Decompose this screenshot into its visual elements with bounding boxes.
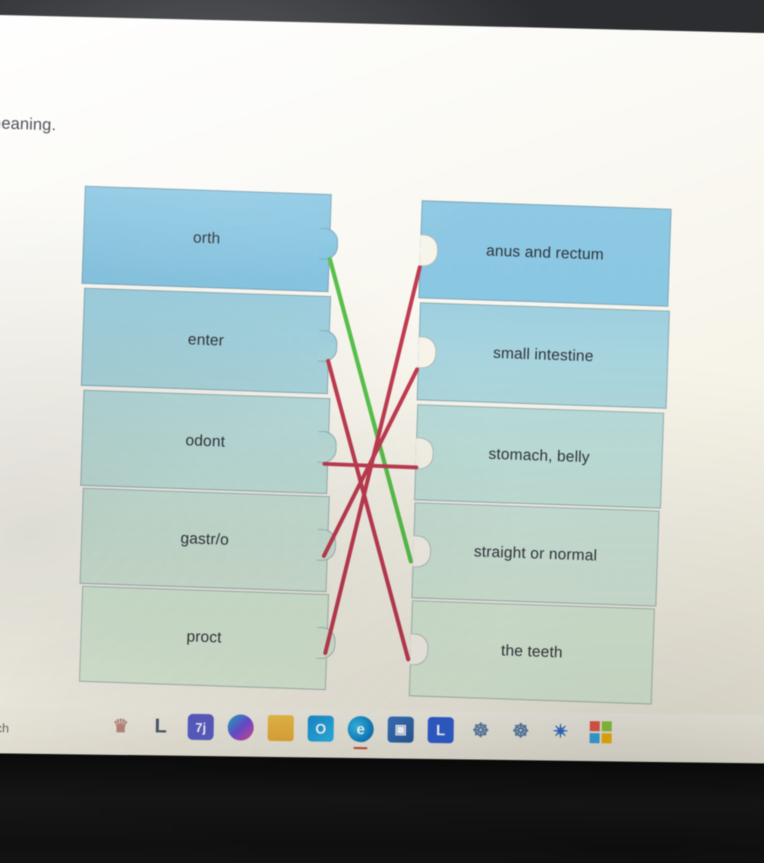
- right-tile-label: anus and rectum: [485, 242, 605, 264]
- left-tile-label: proct: [186, 628, 222, 647]
- screen-surface: orrect meaning. orth enter odont gastr/o…: [0, 6, 764, 780]
- copilot-icon[interactable]: [227, 714, 254, 741]
- windows-logo-squares: [589, 721, 612, 744]
- left-tile-0[interactable]: orth: [81, 185, 332, 293]
- left-tile-3[interactable]: gastr/o: [79, 487, 330, 593]
- right-tile-2[interactable]: stomach, belly: [414, 404, 665, 509]
- right-tile-0[interactable]: anus and rectum: [418, 200, 672, 307]
- windows-start-icon[interactable]: [588, 719, 614, 745]
- right-tile-3[interactable]: straight or normal: [411, 502, 660, 607]
- right-tile-4[interactable]: the teeth: [408, 600, 655, 705]
- chess-game-icon[interactable]: ♛: [108, 713, 134, 739]
- right-tile-1[interactable]: small intestine: [416, 302, 670, 409]
- lockdown-browser-icon[interactable]: L: [427, 716, 454, 744]
- right-tile-label: stomach, belly: [488, 445, 590, 467]
- left-tile-label: gastr/o: [180, 530, 230, 549]
- taskbar-search-label[interactable]: rch: [0, 721, 9, 735]
- logitech-l-icon[interactable]: L: [148, 713, 174, 739]
- left-tile-label: orth: [192, 229, 221, 248]
- right-tile-label: straight or normal: [473, 543, 598, 565]
- left-tile-4[interactable]: proct: [78, 585, 330, 691]
- laptop-screen-photo: orrect meaning. orth enter odont gastr/o…: [0, 0, 764, 863]
- star-burst-icon[interactable]: ✴: [548, 719, 574, 745]
- left-tile-label: enter: [187, 331, 225, 350]
- microsoft-edge-icon[interactable]: e: [347, 715, 374, 743]
- spiral-app-icon-2[interactable]: ☸: [508, 718, 534, 744]
- left-tile-label: odont: [185, 432, 226, 451]
- left-tile-1[interactable]: enter: [80, 287, 332, 395]
- right-tile-label: the teeth: [500, 642, 563, 662]
- left-tile-2[interactable]: odont: [80, 389, 331, 495]
- file-explorer-icon[interactable]: [267, 714, 294, 742]
- outlook-icon[interactable]: O: [307, 715, 334, 742]
- microsoft-store-icon[interactable]: ▣: [387, 716, 414, 743]
- taskbar-icon-group: ♛ L 7j O e ▣ L ☸ ☸ ✴: [108, 713, 614, 746]
- matching-board: orth enter odont gastr/o proct anus and …: [0, 6, 764, 780]
- microsoft-teams-icon[interactable]: 7j: [187, 713, 214, 741]
- laptop-bottom-bezel: [0, 752, 764, 863]
- spiral-app-icon[interactable]: ☸: [468, 718, 494, 744]
- right-tile-label: small intestine: [492, 344, 594, 366]
